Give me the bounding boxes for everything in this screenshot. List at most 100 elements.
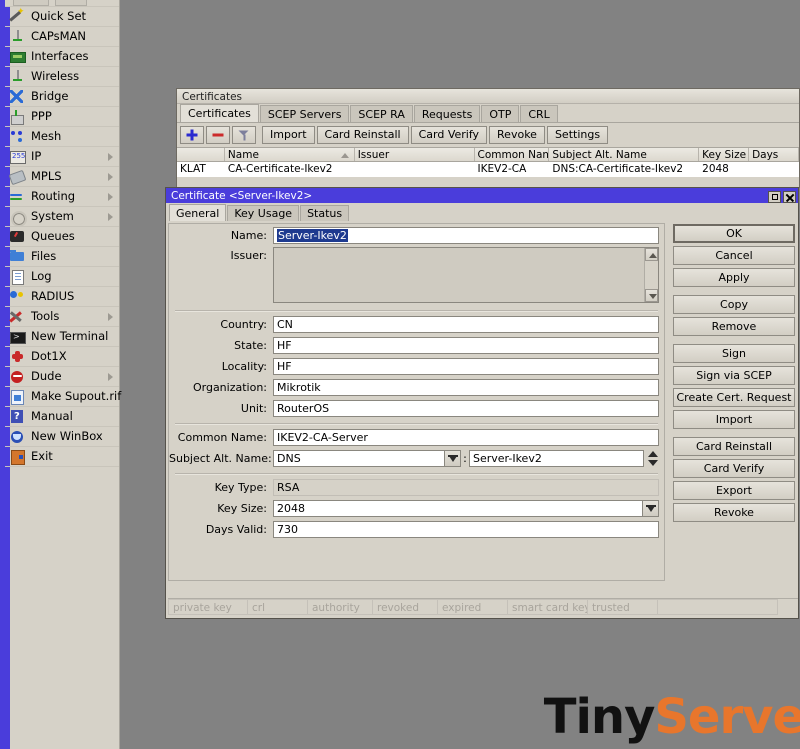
sidebar-item-ppp[interactable]: PPP: [5, 107, 119, 127]
dialog-tab-status[interactable]: Status: [300, 205, 350, 221]
maximize-icon[interactable]: [768, 190, 781, 203]
column-header-key-size[interactable]: Key Size: [699, 148, 750, 161]
scroll-up-icon[interactable]: [645, 248, 658, 261]
sidebar-item-mpls[interactable]: MPLS: [5, 167, 119, 187]
settings-button[interactable]: Settings: [546, 126, 609, 144]
sidebar-item-ip[interactable]: IP: [5, 147, 119, 167]
field-row-common-name: Common Name: IKEV2-CA-Server: [169, 428, 659, 447]
remove-certificate-button[interactable]: [206, 126, 230, 144]
common-name-input[interactable]: IKEV2-CA-Server: [273, 429, 659, 446]
sidebar-item-new-winbox[interactable]: New WinBox: [5, 427, 119, 447]
sidebar-item-radius[interactable]: RADIUS: [5, 287, 119, 307]
sign-button[interactable]: Sign: [673, 344, 795, 363]
sidebar-item-interfaces[interactable]: Interfaces: [5, 47, 119, 67]
sidebar-item-queues[interactable]: Queues: [5, 227, 119, 247]
sidebar-item-dot1x[interactable]: Dot1X: [5, 347, 119, 367]
column-header-issuer[interactable]: Issuer: [355, 148, 475, 161]
sidebar-item-system[interactable]: System: [5, 207, 119, 227]
add-certificate-button[interactable]: [180, 126, 204, 144]
key-size-chevron-down-icon[interactable]: [643, 500, 659, 517]
certificates-table: Name Issuer Common Name Subject Alt. Nam…: [177, 147, 799, 177]
sidebar-item-tools[interactable]: Tools: [5, 307, 119, 327]
tab-crl[interactable]: CRL: [520, 105, 558, 122]
key-size-input[interactable]: 2048: [273, 500, 643, 517]
issuer-scrollbar[interactable]: [644, 248, 658, 302]
days-valid-input[interactable]: 730: [273, 521, 659, 538]
sidebar-item-files[interactable]: Files: [5, 247, 119, 267]
card-verify-button[interactable]: Card Verify: [410, 126, 488, 144]
certificates-table-header: Name Issuer Common Name Subject Alt. Nam…: [177, 147, 799, 162]
tab-otp[interactable]: OTP: [481, 105, 520, 122]
country-input[interactable]: CN: [273, 316, 659, 333]
organization-input[interactable]: Mikrotik: [273, 379, 659, 396]
subject-alt-name-spinner-icon[interactable]: [646, 450, 659, 467]
sidebar-item-bridge[interactable]: Bridge: [5, 87, 119, 107]
sidebar-item-quick-set[interactable]: Quick Set: [5, 7, 119, 27]
field-row-unit: Unit: RouterOS: [169, 399, 659, 418]
sidebar-item-exit[interactable]: Exit: [5, 447, 119, 467]
sign-via-scep-button[interactable]: Sign via SCEP: [673, 366, 795, 385]
terminal-icon: [9, 329, 26, 345]
cell-days: [749, 162, 799, 177]
name-input[interactable]: Server-Ikev2: [273, 227, 659, 244]
chevron-down-icon[interactable]: [445, 450, 461, 467]
copy-button[interactable]: Copy: [673, 295, 795, 314]
sidebar-item-capsman[interactable]: CAPsMAN: [5, 27, 119, 47]
tab-scep-ra[interactable]: SCEP RA: [350, 105, 413, 122]
subject-alt-name-value-input[interactable]: Server-Ikev2: [469, 450, 644, 467]
certificate-general-panel: Name: Server-Ikev2 Issuer: Country: CN S…: [168, 223, 665, 581]
sidebar-item-manual[interactable]: Manual: [5, 407, 119, 427]
card-verify-button[interactable]: Card Verify: [673, 459, 795, 478]
close-icon[interactable]: [783, 190, 796, 203]
revoke-button[interactable]: Revoke: [673, 503, 795, 522]
table-row[interactable]: KLAT CA-Certificate-Ikev2 IKEV2-CA DNS:C…: [177, 162, 799, 177]
ok-button[interactable]: OK: [673, 224, 795, 243]
column-header-name[interactable]: Name: [225, 148, 355, 161]
status-flag-revoked: revoked: [373, 599, 438, 615]
tab-certificates[interactable]: Certificates: [180, 104, 259, 122]
column-header-common-name[interactable]: Common Name: [475, 148, 550, 161]
dialog-tab-key-usage[interactable]: Key Usage: [227, 205, 300, 221]
sidebar-item-label: RADIUS: [31, 288, 75, 303]
sidebar-item-wireless[interactable]: Wireless: [5, 67, 119, 87]
sidebar-item-label: Bridge: [31, 88, 69, 103]
tab-requests[interactable]: Requests: [413, 105, 481, 122]
card-reinstall-button[interactable]: Card Reinstall: [316, 126, 409, 144]
scroll-down-icon[interactable]: [645, 289, 658, 302]
apply-button[interactable]: Apply: [673, 268, 795, 287]
tab-scep-servers[interactable]: SCEP Servers: [259, 105, 350, 122]
sidebar-item-make-supout-rif[interactable]: Make Supout.rif: [5, 387, 121, 407]
sidebar-item-dude[interactable]: Dude: [5, 367, 119, 387]
state-input[interactable]: HF: [273, 337, 659, 354]
filter-button[interactable]: [232, 126, 256, 144]
revoke-button[interactable]: Revoke: [489, 126, 545, 144]
dialog-tab-general[interactable]: General: [169, 204, 227, 221]
sidebar-item-mesh[interactable]: Mesh: [5, 127, 119, 147]
card-reinstall-button[interactable]: Card Reinstall: [673, 437, 795, 456]
sidebar-item-routing[interactable]: Routing: [5, 187, 119, 207]
column-header-days[interactable]: Days: [749, 148, 799, 161]
issuer-textarea[interactable]: [273, 247, 659, 303]
remove-button[interactable]: Remove: [673, 317, 795, 336]
status-flag-crl: crl: [248, 599, 308, 615]
import-button[interactable]: Import: [262, 126, 315, 144]
subject-alt-name-type-input[interactable]: DNS: [273, 450, 445, 467]
separator-3: [175, 473, 658, 475]
column-header-flags[interactable]: [177, 148, 225, 161]
sidebar-item-label: New WinBox: [31, 428, 103, 443]
create-cert-request-button[interactable]: Create Cert. Request: [673, 388, 795, 407]
import-button[interactable]: Import: [673, 410, 795, 429]
certificate-dialog-buttons: OK Cancel Apply Copy Remove Sign Sign via SCEP…: [673, 224, 795, 525]
column-header-subject-alt-name[interactable]: Subject Alt. Name: [549, 148, 700, 161]
cell-subject-alt-name: DNS:CA-Certificate-Ikev2: [552, 163, 684, 175]
sidebar-item-new-terminal[interactable]: New Terminal: [5, 327, 119, 347]
cancel-button[interactable]: Cancel: [673, 246, 795, 265]
sidebar-item-label: New Terminal: [31, 328, 109, 343]
sidebar-item-log[interactable]: Log: [5, 267, 119, 287]
certificate-dialog-titlebar: Certificate <Server-Ikev2>: [166, 188, 798, 203]
export-button[interactable]: Export: [673, 481, 795, 500]
column-header-name-label: Name: [227, 149, 259, 161]
unit-input[interactable]: RouterOS: [273, 400, 659, 417]
locality-input[interactable]: HF: [273, 358, 659, 375]
certificates-toolbar: Import Card Reinstall Card Verify Revoke Set…: [177, 123, 799, 145]
